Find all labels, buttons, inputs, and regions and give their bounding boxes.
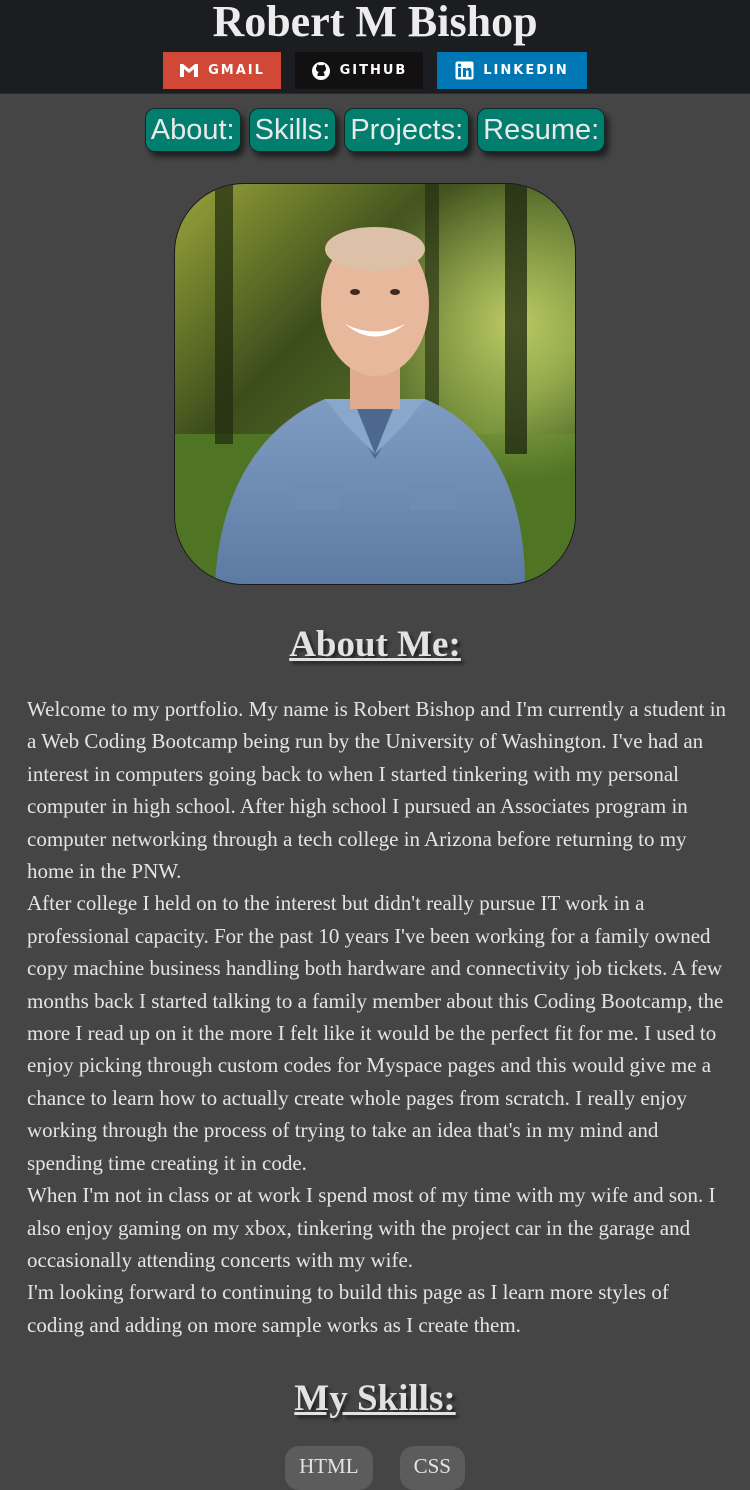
about-heading: About Me: xyxy=(289,624,461,665)
skills-list: HTML CSS xyxy=(0,1446,750,1490)
profile-photo xyxy=(174,183,576,585)
gmail-label: GMAIL xyxy=(208,63,265,78)
github-badge[interactable]: GITHUB xyxy=(295,52,423,89)
nav-resume-button[interactable]: Resume: xyxy=(477,108,606,152)
main-nav: About: Skills: Projects: Resume: xyxy=(0,108,750,152)
about-paragraph: After college I held on to the interest … xyxy=(27,891,724,1175)
nav-skills-button[interactable]: Skills: xyxy=(248,108,337,152)
github-label: GITHUB xyxy=(339,63,408,78)
skill-chip-html: HTML xyxy=(285,1446,373,1490)
skills-heading: My Skills: xyxy=(294,1378,456,1419)
about-paragraph: When I'm not in class or at work I spend… xyxy=(27,1183,716,1272)
skill-chip-css: CSS xyxy=(399,1446,465,1490)
github-icon xyxy=(311,61,330,80)
profile-photo-image xyxy=(175,184,575,584)
contact-badges: GMAIL GITHUB LINKEDIN xyxy=(0,52,750,89)
gmail-icon xyxy=(180,64,199,77)
linkedin-badge[interactable]: LINKEDIN xyxy=(437,52,587,89)
linkedin-label: LINKEDIN xyxy=(483,63,569,78)
about-paragraph: I'm looking forward to continuing to bui… xyxy=(27,1280,669,1337)
site-title: Robert M Bishop xyxy=(212,0,538,46)
site-header: Robert M Bishop GMAIL GITHUB LINKEDIN xyxy=(0,0,750,94)
nav-about-button[interactable]: About: xyxy=(144,108,241,152)
linkedin-icon xyxy=(455,61,474,80)
gmail-badge[interactable]: GMAIL xyxy=(163,52,281,89)
about-text: Welcome to my portfolio. My name is Robe… xyxy=(27,693,727,1341)
about-paragraph: Welcome to my portfolio. My name is Robe… xyxy=(27,697,727,884)
nav-projects-button[interactable]: Projects: xyxy=(344,108,470,152)
